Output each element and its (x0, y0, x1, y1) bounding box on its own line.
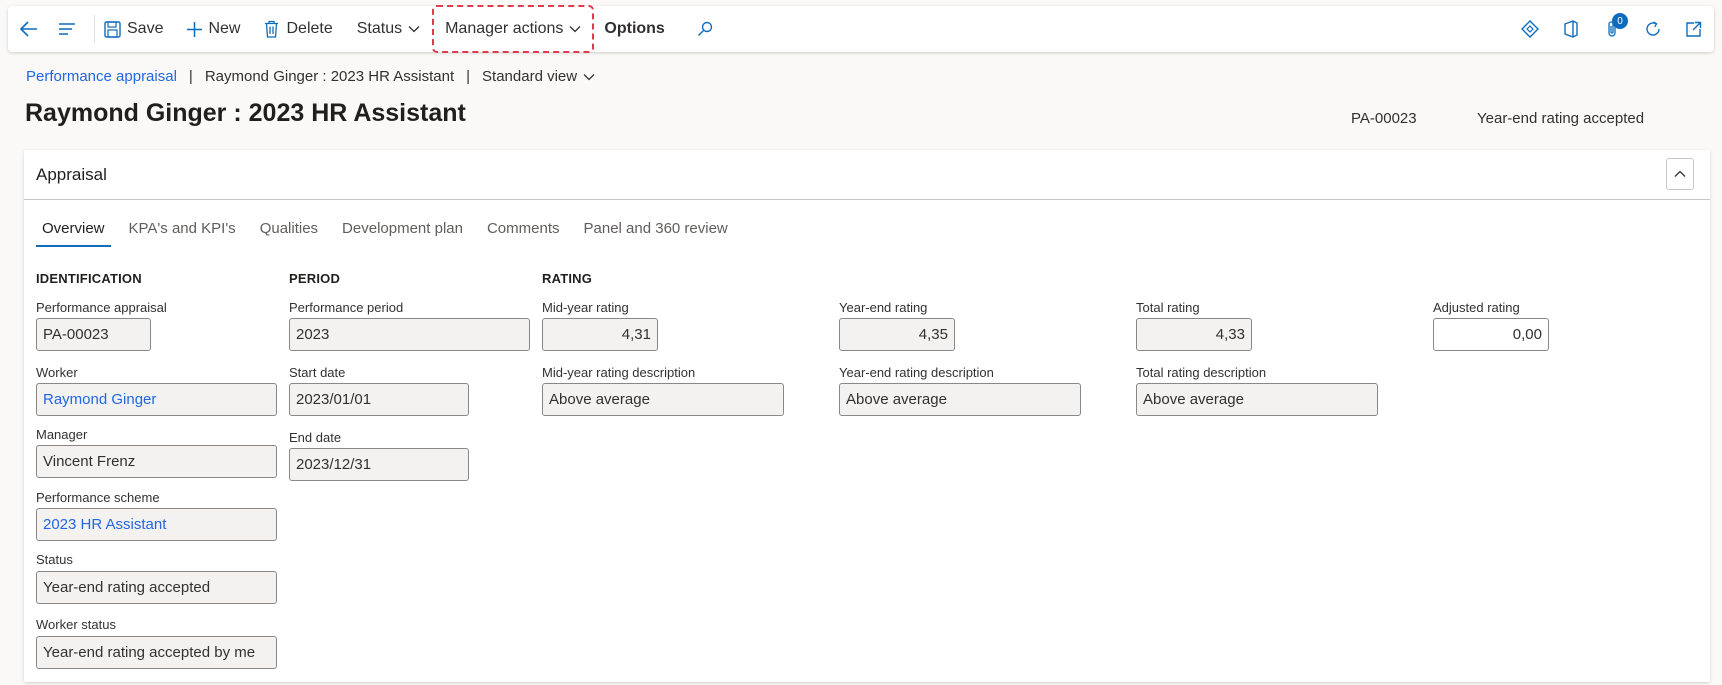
status-label: Status (356, 20, 403, 37)
identification-heading: IDENTIFICATION (36, 271, 142, 286)
refresh-icon (1644, 20, 1662, 38)
status-field[interactable]: Year-end rating accepted (36, 571, 277, 604)
office-icon (1563, 20, 1579, 38)
options-button[interactable]: Options (604, 6, 664, 52)
mid-year-rating-field[interactable]: 4,31 (542, 318, 658, 351)
breadcrumb-separator: | (466, 68, 471, 85)
delete-button[interactable]: Delete (264, 6, 333, 52)
appraisal-card: Appraisal Overview KPA's and KPI's Quali… (24, 150, 1710, 682)
worker-field[interactable]: Raymond Ginger (36, 383, 277, 416)
manager-actions-label: Manager actions (445, 20, 564, 37)
status-dropdown[interactable]: Status (357, 6, 420, 52)
back-arrow-icon (20, 21, 38, 37)
mid-year-rating-description-field[interactable]: Above average (542, 383, 784, 416)
total-rating-label: Total rating (1136, 300, 1200, 315)
performance-period-field[interactable]: 2023 (289, 318, 530, 351)
performance-scheme-label: Performance scheme (36, 490, 160, 505)
diamond-icon (1520, 20, 1539, 38)
tab-overview[interactable]: Overview (36, 220, 110, 247)
menu-button[interactable] (50, 6, 84, 52)
breadcrumb-separator: | (188, 68, 193, 85)
tab-kpas-kpis[interactable]: KPA's and KPI's (129, 220, 236, 247)
appraisal-id-label: Performance appraisal (36, 300, 167, 315)
manager-actions-dropdown[interactable]: Manager actions (432, 5, 595, 53)
attachments-count-badge: 0 (1612, 13, 1628, 29)
save-button[interactable]: Save (104, 6, 163, 52)
adjusted-rating-input[interactable]: 0,00 (1433, 318, 1549, 351)
chevron-down-icon (408, 25, 420, 33)
start-date-field[interactable]: 2023/01/01 (289, 383, 469, 416)
tab-panel-360-review[interactable]: Panel and 360 review (584, 220, 728, 247)
total-rating-description-label: Total rating description (1136, 365, 1267, 380)
collapse-button[interactable] (1666, 158, 1694, 190)
toolbar-divider (94, 15, 95, 43)
trash-icon (264, 20, 279, 38)
view-selector-label: Standard view (482, 68, 578, 85)
performance-period-label: Performance period (289, 300, 404, 315)
search-button[interactable] (697, 6, 713, 52)
toolbar-right-group: 0 (1509, 6, 1714, 52)
back-button[interactable] (8, 6, 50, 52)
worker-status-label: Worker status (36, 617, 116, 632)
worker-label: Worker (36, 365, 78, 380)
refresh-button[interactable] (1632, 6, 1673, 52)
mid-year-rating-label: Mid-year rating (542, 300, 629, 315)
hamburger-icon (58, 22, 76, 36)
adjusted-rating-label: Adjusted rating (1433, 300, 1520, 315)
chevron-down-icon (583, 73, 595, 81)
options-label: Options (604, 20, 665, 37)
new-button[interactable]: New (186, 6, 240, 52)
power-apps-button[interactable] (1509, 6, 1550, 52)
breadcrumb-root-link[interactable]: Performance appraisal (26, 68, 177, 85)
delete-label: Delete (286, 20, 333, 37)
open-new-window-button[interactable] (1673, 6, 1714, 52)
performance-scheme-field[interactable]: 2023 HR Assistant (36, 508, 277, 541)
worker-status-field[interactable]: Year-end rating accepted by me (36, 636, 277, 669)
new-label: New (208, 20, 241, 37)
year-end-rating-label: Year-end rating (839, 300, 928, 315)
tab-development-plan[interactable]: Development plan (342, 220, 463, 247)
office-button[interactable] (1550, 6, 1591, 52)
appraisal-card-header[interactable]: Appraisal (24, 150, 1710, 200)
save-label: Save (127, 20, 164, 37)
total-rating-description-field[interactable]: Above average (1136, 383, 1378, 416)
plus-icon (186, 21, 203, 38)
status-label: Status (36, 552, 73, 567)
action-toolbar: Save New Delete Status Manager actions O… (8, 5, 1714, 53)
page-title: Raymond Ginger : 2023 HR Assistant (25, 99, 466, 127)
attachments-button[interactable]: 0 (1591, 6, 1632, 52)
performance-scheme-link[interactable]: 2023 HR Assistant (43, 516, 166, 533)
end-date-field[interactable]: 2023/12/31 (289, 448, 469, 481)
appraisal-card-title: Appraisal (36, 165, 107, 184)
year-end-rating-description-field[interactable]: Above average (839, 383, 1081, 416)
header-status: Year-end rating accepted (1477, 110, 1645, 127)
manager-label: Manager (36, 427, 88, 442)
open-in-new-icon (1685, 21, 1702, 38)
chevron-down-icon (569, 25, 581, 33)
start-date-label: Start date (289, 365, 346, 380)
year-end-rating-description-label: Year-end rating description (839, 365, 994, 380)
end-date-label: End date (289, 430, 342, 445)
year-end-rating-field[interactable]: 4,35 (839, 318, 955, 351)
breadcrumb: Performance appraisal | Raymond Ginger :… (26, 68, 595, 85)
breadcrumb-record: Raymond Ginger : 2023 HR Assistant (204, 68, 455, 85)
view-selector[interactable]: Standard view (482, 68, 595, 85)
appraisal-id-field[interactable]: PA-00023 (36, 318, 151, 351)
save-icon (104, 20, 121, 38)
worker-link[interactable]: Raymond Ginger (43, 391, 156, 408)
header-record-id: PA-00023 (1351, 110, 1417, 127)
tab-comments[interactable]: Comments (487, 220, 560, 247)
period-heading: PERIOD (289, 271, 341, 286)
appraisal-tabs: Overview KPA's and KPI's Qualities Devel… (36, 220, 752, 247)
total-rating-field[interactable]: 4,33 (1136, 318, 1252, 351)
chevron-up-icon (1674, 170, 1686, 178)
manager-field[interactable]: Vincent Frenz (36, 445, 277, 478)
rating-heading: RATING (542, 271, 593, 286)
tab-qualities[interactable]: Qualities (260, 220, 318, 247)
mid-year-rating-description-label: Mid-year rating description (542, 365, 696, 380)
search-icon (697, 21, 713, 37)
